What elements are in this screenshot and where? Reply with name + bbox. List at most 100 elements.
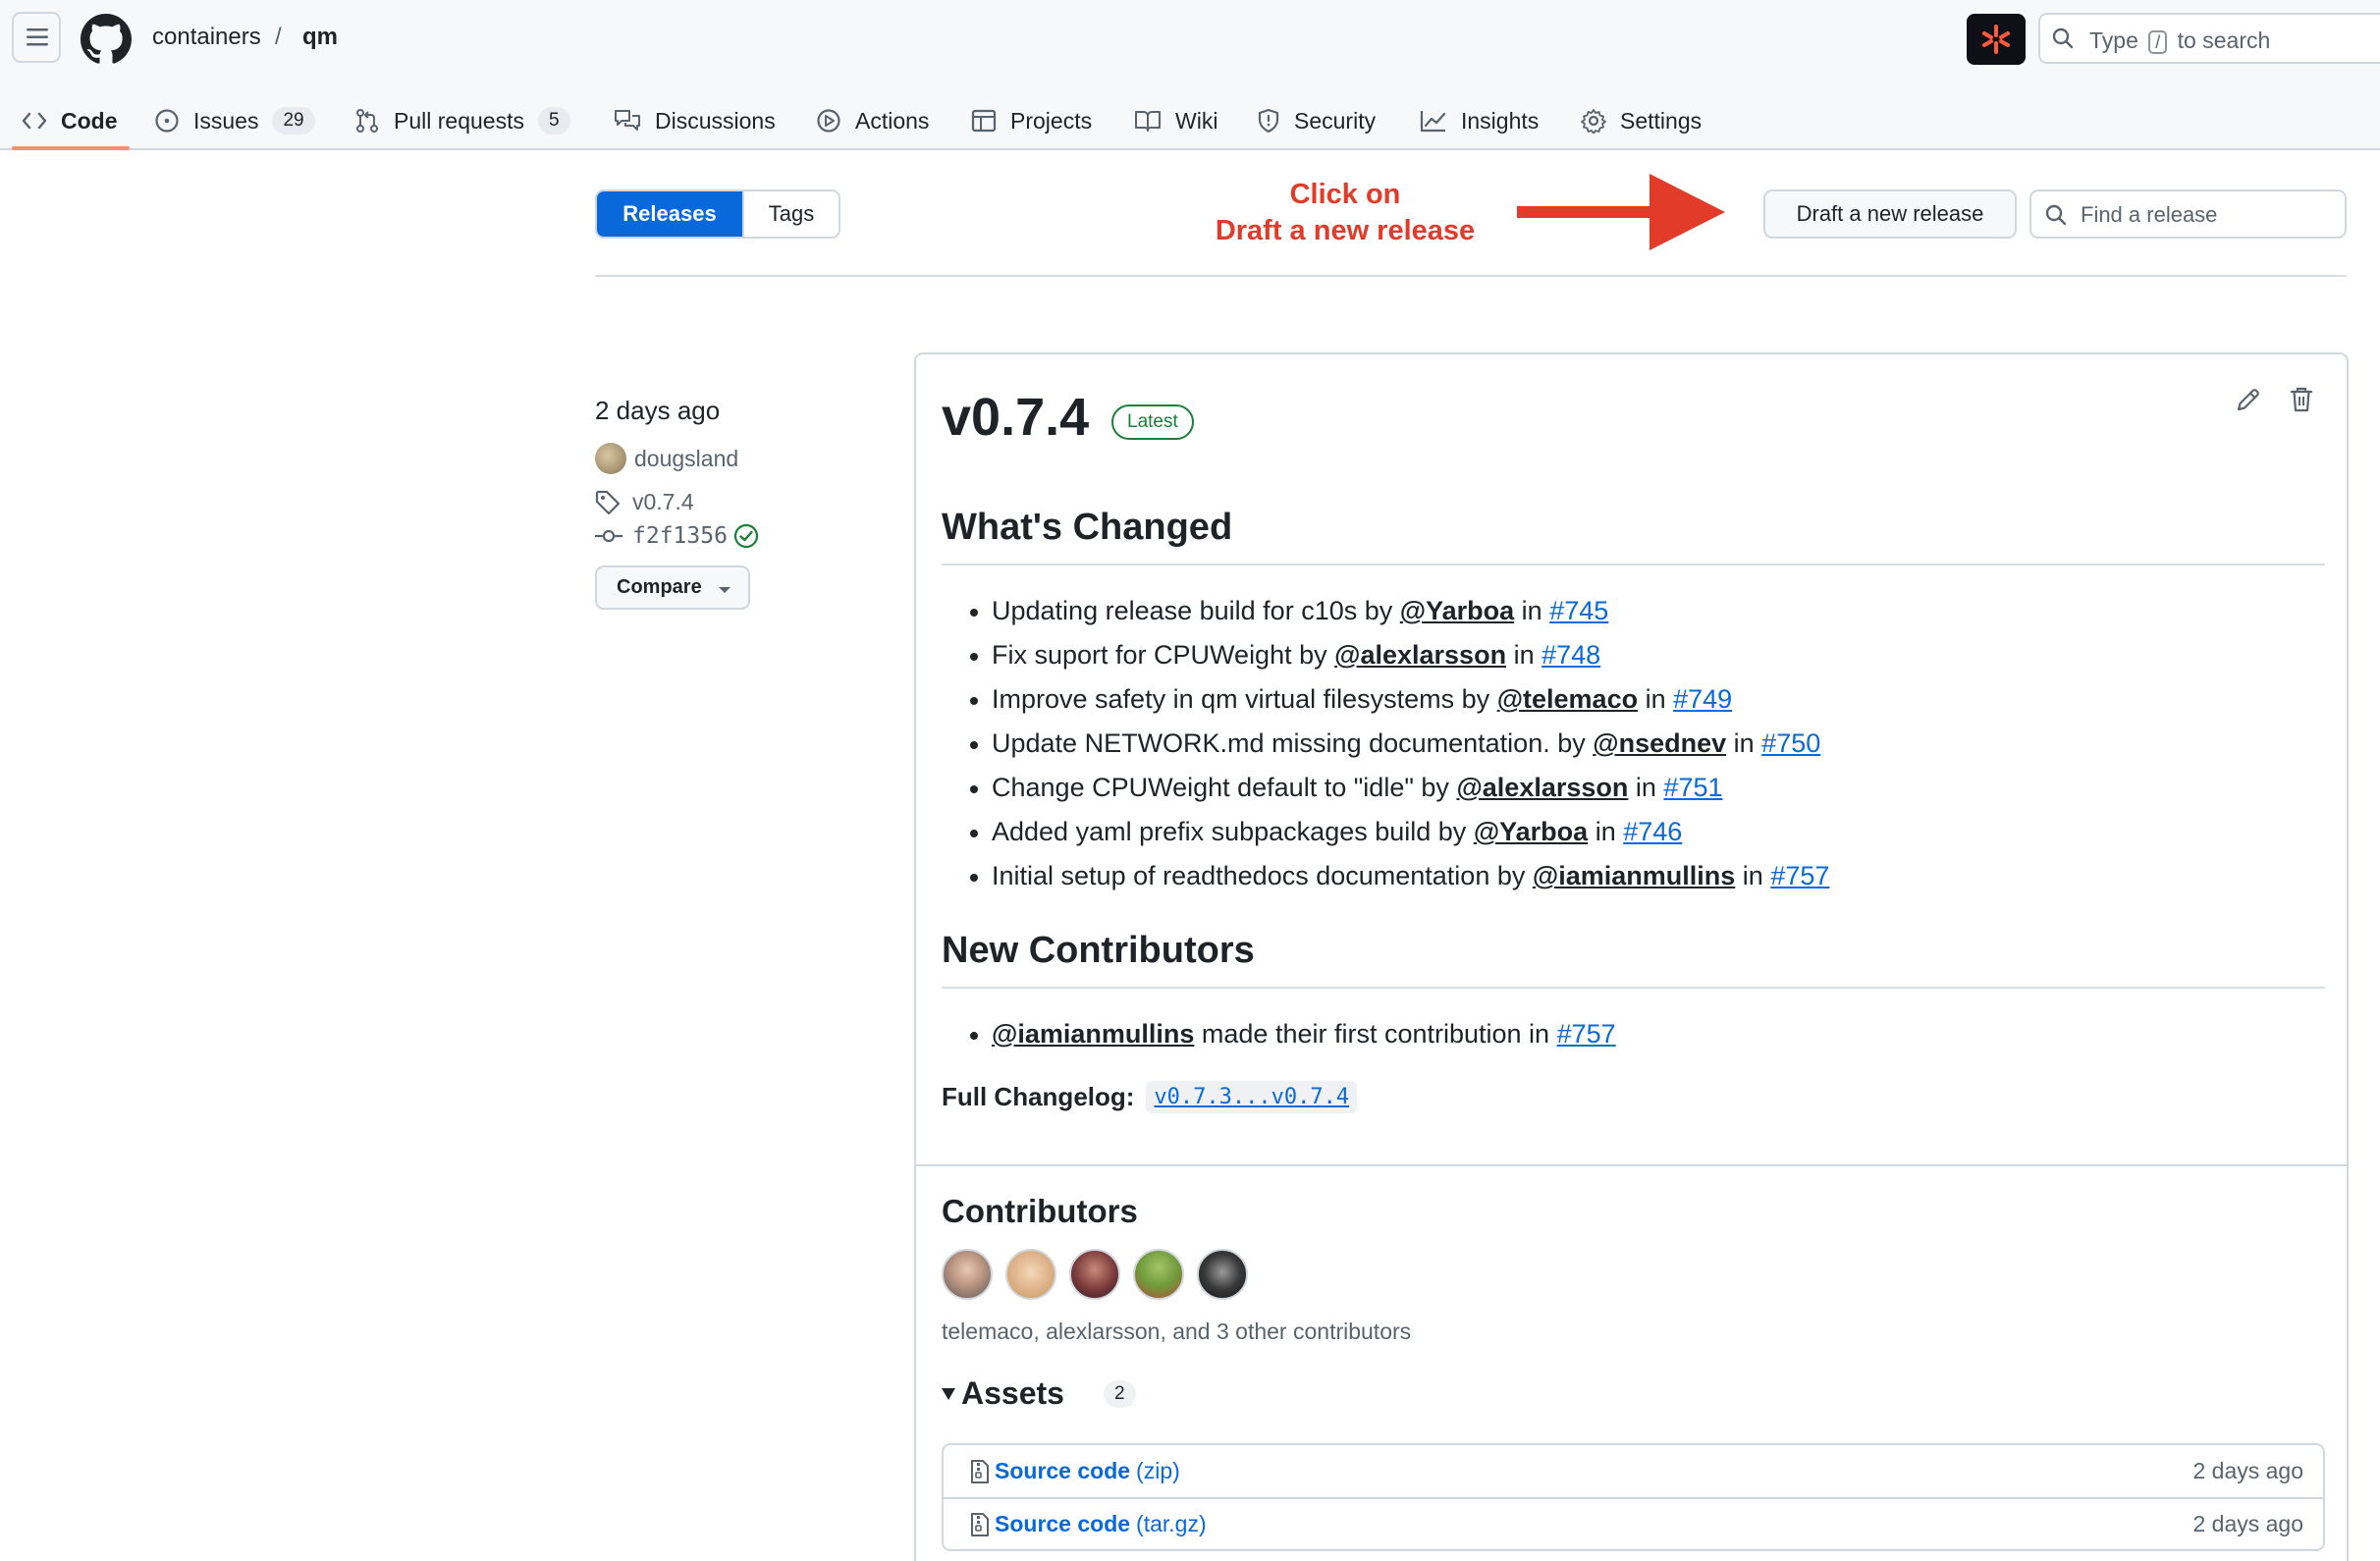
draft-new-release-button[interactable]: Draft a new release <box>1763 189 2017 239</box>
asset-date: 2 days ago <box>2192 1511 2303 1536</box>
compare-range-link[interactable]: v0.7.3...v0.7.4 <box>1146 1081 1358 1113</box>
find-release-input[interactable] <box>2081 201 2336 229</box>
tab-actions[interactable]: Actions <box>816 92 929 149</box>
github-logo-icon[interactable] <box>81 14 132 65</box>
tab-pull-requests[interactable]: Pull requests 5 <box>354 92 570 149</box>
author-avatar <box>595 443 626 474</box>
release-tag-link[interactable]: v0.7.4 <box>595 489 694 515</box>
tab-label: Insights <box>1461 107 1540 134</box>
heading-divider <box>942 987 2325 989</box>
assets-toggle[interactable]: Assets 2 <box>942 1375 1136 1412</box>
tags-tab[interactable]: Tags <box>742 191 838 237</box>
tab-label: Wiki <box>1175 107 1218 134</box>
asset-extension[interactable]: (zip) <box>1136 1458 1180 1484</box>
user-mention-link[interactable]: @alexlarsson <box>1456 773 1628 802</box>
tag-name[interactable]: v0.7.4 <box>632 489 694 515</box>
user-mention-link[interactable]: @iamianmullins <box>1533 861 1735 890</box>
global-header: containers / qm Type / to search Code Is… <box>0 0 2380 150</box>
tab-settings[interactable]: Settings <box>1581 92 1702 149</box>
tab-insights[interactable]: Insights <box>1420 92 1539 149</box>
global-search-input[interactable]: Type / to search <box>2038 13 2380 64</box>
table-icon <box>971 109 997 133</box>
tab-label: Settings <box>1620 107 1703 134</box>
issue-opened-icon <box>155 109 179 133</box>
pull-request-link[interactable]: #749 <box>1673 684 1732 714</box>
compare-label: Compare <box>617 576 702 598</box>
graph-icon <box>1420 111 1446 133</box>
full-changelog: Full Changelog: v0.7.3...v0.7.4 <box>942 1081 1358 1113</box>
list-item: Change CPUWeight default to "idle" by @a… <box>942 766 1829 810</box>
pull-request-link[interactable]: #757 <box>1770 861 1829 890</box>
tab-issues[interactable]: Issues 29 <box>154 92 315 149</box>
find-release-field <box>2029 189 2347 239</box>
compare-dropdown-button[interactable]: Compare <box>595 565 750 610</box>
breadcrumb-repo[interactable]: qm <box>302 24 338 51</box>
asset-row[interactable]: Source code (tar.gz) 2 days ago <box>944 1497 2323 1549</box>
check-circle-icon <box>733 523 759 549</box>
tab-label: Discussions <box>655 107 776 134</box>
pull-request-link[interactable]: #751 <box>1663 773 1722 802</box>
list-item: Added yaml prefix subpackages build by @… <box>942 810 1829 854</box>
assets-list: Source code (zip) 2 days ago Source code… <box>942 1443 2325 1551</box>
contributor-avatar[interactable] <box>1197 1249 1248 1300</box>
play-icon <box>817 109 840 133</box>
heading-divider <box>942 564 2325 565</box>
asset-extension[interactable]: (tar.gz) <box>1136 1511 1207 1537</box>
card-divider <box>916 1164 2347 1166</box>
tab-label: Pull requests <box>394 107 524 134</box>
menu-button[interactable] <box>12 12 61 63</box>
user-mention-link[interactable]: @iamianmullins <box>992 1019 1194 1049</box>
asset-row[interactable]: Source code (zip) 2 days ago <box>944 1445 2323 1497</box>
user-mention-link[interactable]: @Yarboa <box>1474 817 1588 846</box>
breadcrumb-owner[interactable]: containers <box>152 24 261 51</box>
trash-icon[interactable] <box>2289 386 2314 413</box>
list-item: @iamianmullins made their first contribu… <box>942 1012 1616 1056</box>
copilot-button[interactable] <box>1967 14 2026 65</box>
list-item: Update NETWORK.md missing documentation.… <box>942 722 1829 766</box>
contributor-avatar[interactable] <box>942 1249 993 1300</box>
pencil-icon[interactable] <box>2235 386 2262 413</box>
tab-code[interactable]: Code <box>22 92 118 149</box>
tab-projects[interactable]: Projects <box>971 92 1092 149</box>
copilot-icon <box>1982 25 2010 54</box>
tab-discussions[interactable]: Discussions <box>614 92 776 149</box>
release-author[interactable]: dougsland <box>595 443 738 474</box>
contributors-heading: Contributors <box>942 1193 1138 1229</box>
contributor-avatar[interactable] <box>1005 1249 1056 1300</box>
contributor-avatar[interactable] <box>1069 1249 1120 1300</box>
release-title[interactable]: v0.7.4 <box>942 387 1089 448</box>
pull-request-link[interactable]: #745 <box>1549 596 1608 625</box>
list-item: Initial setup of readthedocs documentati… <box>942 854 1829 898</box>
contributors-avatars <box>942 1249 1261 1300</box>
tab-wiki[interactable]: Wiki <box>1134 92 1217 149</box>
release-commit-link[interactable]: f2f1356 <box>595 523 759 549</box>
user-mention-link[interactable]: @Yarboa <box>1400 596 1514 625</box>
annotation-arrow-icon <box>1517 174 1725 250</box>
code-icon <box>22 112 47 130</box>
shield-icon <box>1258 108 1279 134</box>
pull-request-link[interactable]: #748 <box>1542 640 1600 670</box>
pull-request-link[interactable]: #757 <box>1557 1019 1616 1049</box>
file-zip-icon <box>971 1459 989 1483</box>
slash-key: / <box>2148 30 2168 54</box>
asset-name[interactable]: Source code <box>995 1511 1130 1537</box>
pull-requests-count-badge: 5 <box>537 107 570 135</box>
asset-name[interactable]: Source code <box>995 1458 1130 1484</box>
asset-date: 2 days ago <box>2192 1458 2303 1483</box>
contributor-avatar[interactable] <box>1133 1249 1184 1300</box>
assets-heading: Assets <box>961 1375 1064 1411</box>
pull-request-link[interactable]: #746 <box>1623 817 1682 846</box>
user-mention-link[interactable]: @nsednev <box>1593 728 1726 758</box>
user-mention-link[interactable]: @alexlarsson <box>1334 640 1506 670</box>
user-mention-link[interactable]: @telemaco <box>1497 684 1638 714</box>
author-name[interactable]: dougsland <box>634 446 738 472</box>
comment-discussion-icon <box>615 110 640 131</box>
pull-request-link[interactable]: #750 <box>1761 728 1820 758</box>
tab-label: Actions <box>855 107 930 134</box>
releases-tab[interactable]: Releases <box>597 191 742 237</box>
new-contributors-list: @iamianmullins made their first contribu… <box>942 1012 1616 1056</box>
commit-sha[interactable]: f2f1356 <box>632 523 728 549</box>
tab-security[interactable]: Security <box>1257 92 1376 149</box>
issues-count-badge: 29 <box>272 107 315 135</box>
list-item: Improve safety in qm virtual filesystems… <box>942 677 1829 722</box>
